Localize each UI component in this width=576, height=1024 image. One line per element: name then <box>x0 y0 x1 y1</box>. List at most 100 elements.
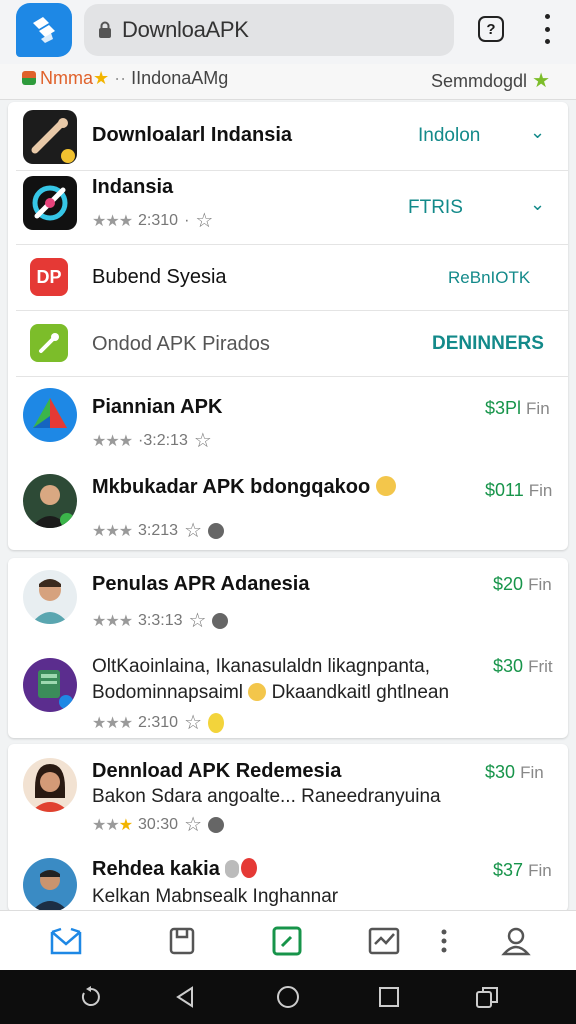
divider <box>16 310 568 311</box>
item-meta-text: 3:213 <box>138 521 179 539</box>
address-bar[interactable]: DownloaAPK <box>84 4 454 56</box>
review-text-a: Bodominnapsaiml <box>92 682 244 703</box>
inbox-icon[interactable] <box>48 923 84 959</box>
review-text-line1: OltKaoinlaina, Ikanasulaldn likagnpanta, <box>92 656 431 677</box>
item-price[interactable]: $3Pl Fin <box>485 398 550 419</box>
rotate-icon[interactable] <box>76 982 106 1012</box>
location-pin-icon <box>212 612 229 629</box>
item-meta: ★★★ 2:310 · ☆ <box>92 208 214 233</box>
list-item[interactable]: Mkbukadar APK bdongqakoo ★★★ 3:213 ☆ $01… <box>8 464 568 548</box>
item-meta: ★★★ 3:3:13 ☆ <box>92 608 229 633</box>
item-action[interactable]: Indolon <box>418 125 480 147</box>
card-reviews-2: Dennload APK Redemesia Bakon Sdara angoa… <box>8 744 568 912</box>
item-action[interactable]: DENINNERS <box>432 333 544 355</box>
item-meta: ★★★ 2:310 ☆ <box>92 710 225 735</box>
price-value: $30 <box>493 656 524 676</box>
system-navigation-bar <box>0 970 576 1024</box>
item-title: Indansia <box>92 176 174 198</box>
price-unit: Fin <box>528 861 552 880</box>
list-item[interactable]: Penulas APR Adanesia ★★★ 3:3:13 ☆ $20 Fi… <box>8 558 568 642</box>
favorite-star-icon[interactable]: ☆ <box>195 208 213 233</box>
avatar <box>23 758 77 812</box>
strip-right[interactable]: Semmdogdl ★ <box>431 68 550 93</box>
list-item[interactable]: Ondod APK Pirados DENINNERS <box>8 312 568 376</box>
strip-left: Nmma★ ·· IIndonaAMg <box>22 68 228 89</box>
price-unit: Fin <box>520 763 544 782</box>
item-action[interactable]: FTRIS <box>408 197 463 219</box>
item-meta-text: 2:310 <box>138 713 179 731</box>
avatar <box>23 858 77 912</box>
app-icon <box>30 324 68 362</box>
list-item[interactable]: Downloalarl Indansia Indolon ⌄ <box>8 102 568 168</box>
item-meta-text: 3:3:13 <box>138 611 183 629</box>
rating-stars-icon: ★★★ <box>92 432 133 450</box>
list-item[interactable]: Rehdea kakia Kelkan Mabnsealk Inghannar … <box>8 848 568 912</box>
list-item[interactable]: Indansia ★★★ 2:310 · ☆ FTRIS ⌄ <box>8 172 568 242</box>
app-icon <box>23 110 77 164</box>
review-text-line2: Bodominnapsaiml Dkaandkaitl ghtlnean <box>92 682 449 704</box>
location-pin-icon <box>208 816 225 833</box>
overflow-menu-icon[interactable] <box>535 14 559 44</box>
item-title: Ondod APK Pirados <box>92 333 270 355</box>
rating-stars-icon: ★★★ <box>92 714 133 732</box>
emoji-icon <box>208 712 225 733</box>
help-icon[interactable]: ? <box>478 16 504 42</box>
item-title: Mkbukadar APK bdongqakoo <box>92 476 396 499</box>
strip-middle: IIndonaAMg <box>131 68 229 88</box>
star-icon: ★ <box>93 68 110 88</box>
price-value: $37 <box>493 860 524 880</box>
item-title: Dennload APK Redemesia <box>92 760 342 782</box>
app-logo-icon <box>33 17 55 43</box>
item-price[interactable]: $30 Fin <box>485 762 544 783</box>
item-price[interactable]: $20 Fin <box>493 574 552 595</box>
item-title: Bubend Syesia <box>92 266 227 288</box>
price-value: $011 <box>485 480 524 500</box>
divider <box>16 170 568 171</box>
favorite-star-icon[interactable]: ☆ <box>184 812 202 837</box>
chevron-down-icon[interactable]: ⌄ <box>530 122 545 143</box>
screenshot-icon[interactable] <box>472 982 502 1012</box>
item-title: Piannian APK <box>92 396 223 418</box>
edit-icon[interactable] <box>269 923 305 959</box>
price-unit: Frit <box>528 657 553 676</box>
flag-icon <box>22 71 36 85</box>
item-price[interactable]: $37 Fin <box>493 860 552 881</box>
item-meta-text: 30:30 <box>138 815 179 833</box>
card-top-list: Downloalarl Indansia Indolon ⌄ Indansia … <box>8 102 568 550</box>
favorite-star-icon[interactable]: ☆ <box>184 518 202 543</box>
address-text: DownloaAPK <box>122 17 249 42</box>
item-meta-text: 2:310 <box>138 211 179 229</box>
heart-emoji-icon <box>241 858 258 878</box>
lock-icon <box>99 21 111 38</box>
rating-stars-icon: ★★★ <box>92 816 133 834</box>
favorite-star-icon[interactable]: ☆ <box>189 608 207 633</box>
divider <box>16 244 568 245</box>
app-icon: DP <box>30 258 68 296</box>
list-item[interactable]: Dennload APK Redemesia Bakon Sdara angoa… <box>8 744 568 844</box>
profile-icon[interactable] <box>498 923 534 959</box>
item-price[interactable]: $30 Frit <box>493 656 553 677</box>
review-text: Kelkan Mabnsealk Inghannar <box>92 886 339 907</box>
divider <box>16 376 568 377</box>
back-icon[interactable] <box>170 982 200 1012</box>
item-action[interactable]: ReBnIOTK <box>448 268 530 288</box>
favorite-star-icon[interactable]: ☆ <box>184 710 202 735</box>
list-item[interactable]: OltKaoinlaina, Ikanasulaldn likagnpanta,… <box>8 646 568 736</box>
price-unit: Fin <box>528 481 553 500</box>
favorite-star-icon[interactable]: ☆ <box>194 428 212 453</box>
list-item[interactable]: DP Bubend Syesia ReBnIOTK <box>8 246 568 310</box>
app-logo[interactable] <box>16 3 72 57</box>
chart-icon[interactable] <box>366 923 402 959</box>
recents-icon[interactable] <box>374 982 404 1012</box>
chevron-down-icon[interactable]: ⌄ <box>530 194 545 215</box>
more-icon[interactable] <box>426 923 462 959</box>
strip-brand: Nmma <box>40 68 93 88</box>
smile-emoji-icon <box>375 476 396 496</box>
bottom-navigation <box>0 910 576 970</box>
home-icon[interactable] <box>273 982 303 1012</box>
price-value: $30 <box>485 762 516 782</box>
clipboard-icon[interactable] <box>164 923 200 959</box>
list-item[interactable]: Piannian APK ★★★ ·3:2:13 ☆ $3Pl Fin <box>8 378 568 458</box>
item-price[interactable]: $011 Fin <box>485 480 552 501</box>
item-meta: ★★★ 30:30 ☆ <box>92 812 225 837</box>
